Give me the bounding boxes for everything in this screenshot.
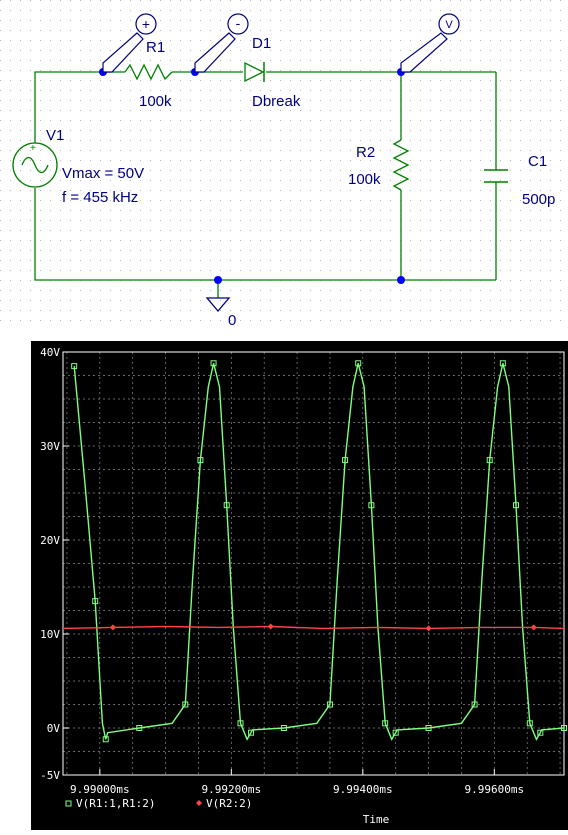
svg-text:+: + xyxy=(30,143,36,154)
probe-plus-icon: + xyxy=(142,16,150,32)
r2-value: 100k xyxy=(348,171,381,188)
r2-label: R2 xyxy=(356,144,375,161)
y-tick-labels: -5V 0V 10V 20V 30V 40V xyxy=(40,346,69,782)
series-line-2 xyxy=(62,625,565,630)
waveform-plot[interactable]: -5V 0V 10V 20V 30V 40V 9.99000ms 9.99200ms 9.99… xyxy=(31,341,568,830)
series-traces xyxy=(62,360,567,743)
c1-label: C1 xyxy=(528,153,547,170)
v1-vmax: Vmax = 50V xyxy=(62,165,144,182)
y-tick-label: 0V xyxy=(47,722,61,735)
y-tick-label: 20V xyxy=(40,534,60,547)
y-tick-label: -5V xyxy=(40,769,60,782)
y-tick-label: 10V xyxy=(40,628,60,641)
legend-item-label: V(R1:1,R1:2) xyxy=(76,797,155,810)
legend-item-label: V(R2:2) xyxy=(206,797,252,810)
r1-value: 100k xyxy=(139,93,172,110)
r1-label: R1 xyxy=(146,39,165,56)
x-tick-label: 9.99000ms xyxy=(70,783,130,796)
series-2-marker xyxy=(267,623,274,630)
plot-grid xyxy=(63,351,564,776)
series-line-1 xyxy=(73,363,565,741)
v1-label: V1 xyxy=(46,127,64,144)
legend-marker xyxy=(65,800,72,807)
junction-dot xyxy=(397,276,405,284)
probe-v-icon: V xyxy=(445,19,453,31)
c1-value: 500p xyxy=(522,191,555,208)
series-2-marker xyxy=(425,625,432,632)
probe-plot-window: -5V 0V 10V 20V 30V 40V 9.99000ms 9.99200ms 9.99… xyxy=(31,341,568,830)
d1-label: D1 xyxy=(252,35,271,52)
x-tick-label: 9.99600ms xyxy=(465,783,525,796)
legend: V(R1:1,R1:2) V(R2:2) xyxy=(65,797,252,810)
y-tick-label: 40V xyxy=(40,346,60,359)
v1-frequency: f = 455 kHz xyxy=(62,189,138,206)
ground-label: 0 xyxy=(228,312,236,329)
junction-dot xyxy=(214,276,222,284)
legend-marker xyxy=(196,800,202,806)
x-tick-label: 9.99400ms xyxy=(333,783,393,796)
series-2-marker xyxy=(530,624,537,631)
x-tick-label: 9.99200ms xyxy=(202,783,262,796)
x-axis-label: Time xyxy=(363,813,390,826)
series-2-marker xyxy=(109,624,116,631)
d1-value: Dbreak xyxy=(252,93,301,110)
probe-minus-icon: - xyxy=(236,15,241,31)
y-tick-label: 30V xyxy=(40,440,60,453)
circuit-schematic: R1 100k D1 Dbreak + V1 Vmax = 50V f = 45… xyxy=(0,0,568,330)
